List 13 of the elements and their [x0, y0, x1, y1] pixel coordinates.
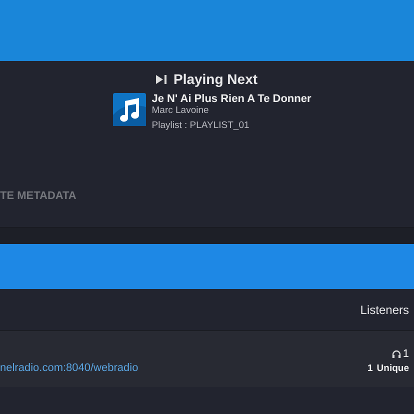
- listener-count: 1: [402, 348, 409, 360]
- skip-next-icon[interactable]: [156, 74, 168, 84]
- unique-label: Unique: [376, 363, 409, 374]
- section-heading: Playing Next: [173, 71, 258, 87]
- song-artist: Marc Lavoine: [152, 105, 210, 116]
- music-note-icon: [112, 93, 146, 126]
- song-title: Je N' Ai Plus Rien A Te Donner: [152, 93, 312, 105]
- stream-link[interactable]: nelradio.com:8040/webradio: [0, 362, 138, 374]
- metadata-button[interactable]: TE METADATA: [0, 190, 76, 202]
- column-header: Listeners: [360, 302, 409, 316]
- playlist-label: Playlist : PLAYLIST_01: [152, 120, 250, 131]
- headphones-icon: [392, 350, 401, 358]
- unique-count: 1: [368, 363, 373, 374]
